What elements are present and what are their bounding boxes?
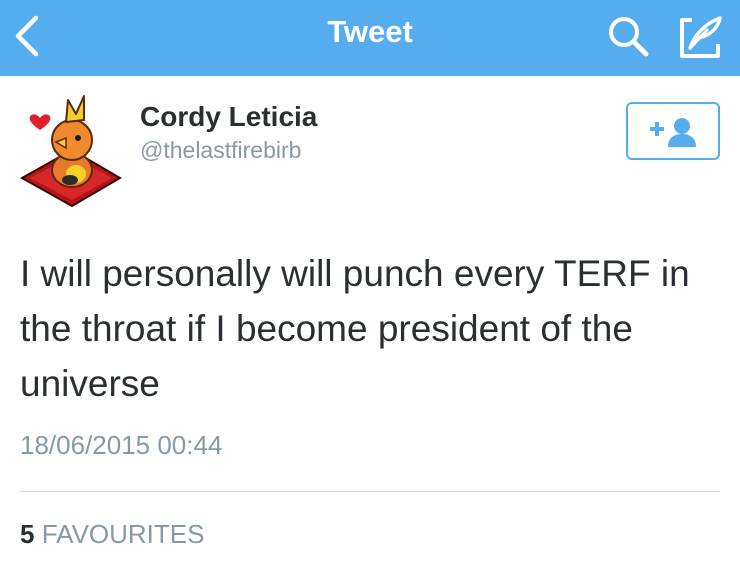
follow-button[interactable] — [626, 102, 720, 160]
search-button[interactable] — [604, 12, 652, 60]
author-name[interactable]: Cordy Leticia — [140, 101, 317, 133]
avatar[interactable] — [18, 92, 124, 208]
top-navigation-bar: Tweet — [0, 0, 740, 76]
add-user-icon — [650, 118, 696, 147]
favourites-stat[interactable]: 5 FAVOURITES — [20, 519, 204, 550]
tweet-timestamp: 18/06/2015 00:44 — [20, 430, 223, 460]
search-icon — [609, 17, 649, 57]
compose-icon — [680, 16, 722, 58]
author-handle[interactable]: @thelastfirebirb — [140, 137, 301, 164]
favourites-count: 5 — [20, 519, 35, 549]
compose-button[interactable] — [676, 12, 726, 62]
tweet-text: I will personally will punch every TERF … — [20, 253, 690, 404]
divider — [20, 491, 720, 492]
favourites-label: FAVOURITES — [41, 519, 205, 549]
avatar-torchic-image — [19, 95, 122, 208]
